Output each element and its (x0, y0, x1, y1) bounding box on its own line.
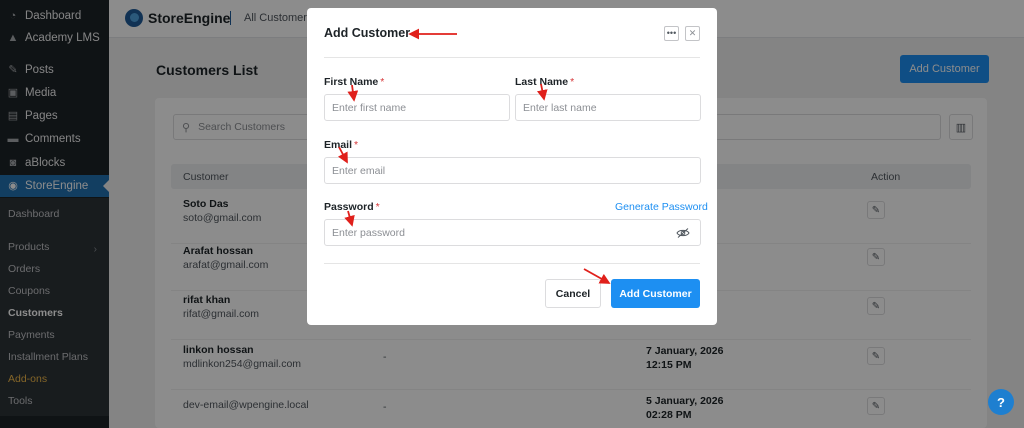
annotation-arrow-password (344, 210, 355, 227)
annotation-arrow-first-name (347, 84, 359, 102)
annotation-arrows (338, 28, 611, 284)
annotation-arrow-email (338, 146, 348, 164)
annotation-arrow-last-name (536, 83, 548, 101)
annotation-arrow-submit (583, 268, 611, 284)
